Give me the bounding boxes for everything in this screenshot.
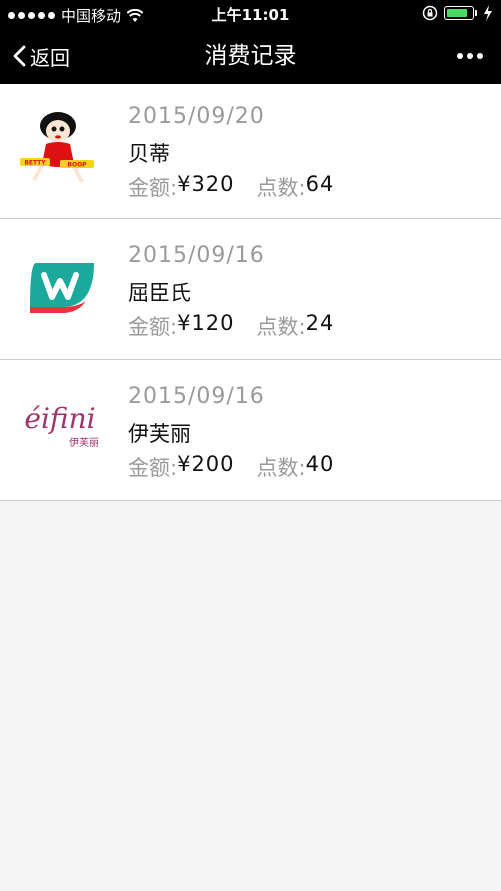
- logo-text-boop: BOOP: [67, 162, 87, 169]
- consumption-record-list: BETTY BOOP 2015/09/20 贝蒂 金额: ¥320 点数: 64…: [0, 84, 501, 501]
- battery-tip: [475, 10, 477, 16]
- points-label: 点数:: [256, 315, 306, 339]
- betty-boop-logo: BETTY BOOP: [20, 112, 94, 183]
- more-dot: [457, 53, 463, 59]
- amount-value: ¥200: [177, 452, 235, 476]
- amount-label: 金额:: [128, 315, 178, 339]
- navigation-bar: 返回 消费记录: [0, 28, 501, 84]
- record-date: 2015/09/20: [128, 104, 265, 129]
- page-title: 消费记录: [204, 43, 297, 69]
- amount-label: 金额:: [128, 456, 178, 480]
- status-bar: 中国移动 上午11:01: [0, 0, 501, 28]
- watsons-logo: [30, 263, 94, 313]
- points-label: 点数:: [256, 176, 306, 200]
- record-meta: 金额: ¥200 点数: 40: [128, 452, 334, 482]
- eifini-logo: éifini 伊芙丽: [24, 402, 99, 449]
- store-name: 屈臣氏: [128, 281, 191, 305]
- more-options-button[interactable]: [457, 28, 483, 84]
- store-name: 贝蒂: [128, 142, 170, 166]
- amount-label: 金额:: [128, 176, 178, 200]
- store-name: 伊芙丽: [128, 422, 191, 446]
- rotation-lock-icon: [422, 5, 438, 21]
- logo-text-betty: BETTY: [24, 160, 46, 167]
- record-date: 2015/09/16: [128, 384, 265, 409]
- battery-icon: [444, 6, 474, 20]
- system-icons: [422, 5, 493, 21]
- points-label: 点数:: [256, 456, 306, 480]
- eifini-wordmark: éifini: [24, 402, 95, 435]
- eifini-subtext: 伊芙丽: [69, 436, 99, 449]
- more-dot: [477, 53, 483, 59]
- record-date: 2015/09/16: [128, 243, 265, 268]
- amount-value: ¥320: [177, 172, 235, 196]
- record-meta: 金额: ¥120 点数: 24: [128, 311, 334, 341]
- list-item[interactable]: 2015/09/16 屈臣氏 金额: ¥120 点数: 24: [0, 219, 501, 360]
- list-item[interactable]: éifini 伊芙丽 2015/09/16 伊芙丽 金额: ¥200 点数: 4…: [0, 360, 501, 501]
- points-value: 64: [305, 172, 335, 196]
- more-dot: [467, 53, 473, 59]
- record-meta: 金额: ¥320 点数: 64: [128, 172, 334, 202]
- charging-bolt-icon: [484, 5, 492, 21]
- points-value: 24: [305, 311, 335, 335]
- list-item[interactable]: BETTY BOOP 2015/09/20 贝蒂 金额: ¥320 点数: 64: [0, 84, 501, 219]
- points-value: 40: [305, 452, 335, 476]
- amount-value: ¥120: [177, 311, 235, 335]
